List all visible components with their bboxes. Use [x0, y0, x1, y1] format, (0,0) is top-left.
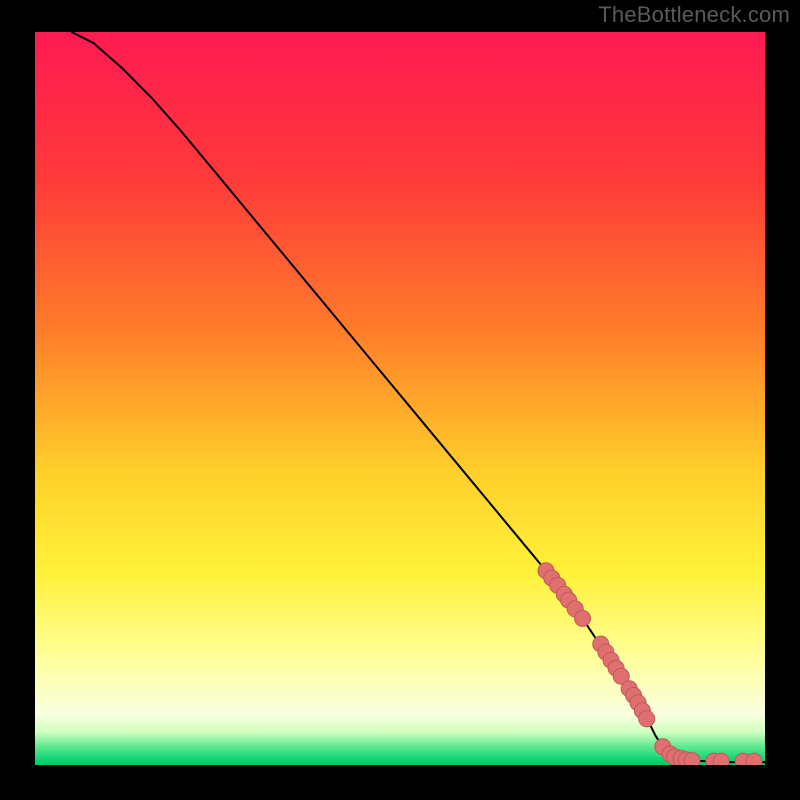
plot-svg: [35, 32, 765, 765]
watermark-text: TheBottleneck.com: [598, 2, 790, 28]
data-marker: [639, 711, 655, 727]
chart-frame: TheBottleneck.com: [0, 0, 800, 800]
data-marker: [746, 753, 762, 765]
data-marker: [575, 610, 591, 626]
data-marker: [684, 753, 700, 765]
gradient-background: [35, 32, 765, 765]
plot-area: [35, 32, 765, 765]
data-marker: [713, 753, 729, 765]
